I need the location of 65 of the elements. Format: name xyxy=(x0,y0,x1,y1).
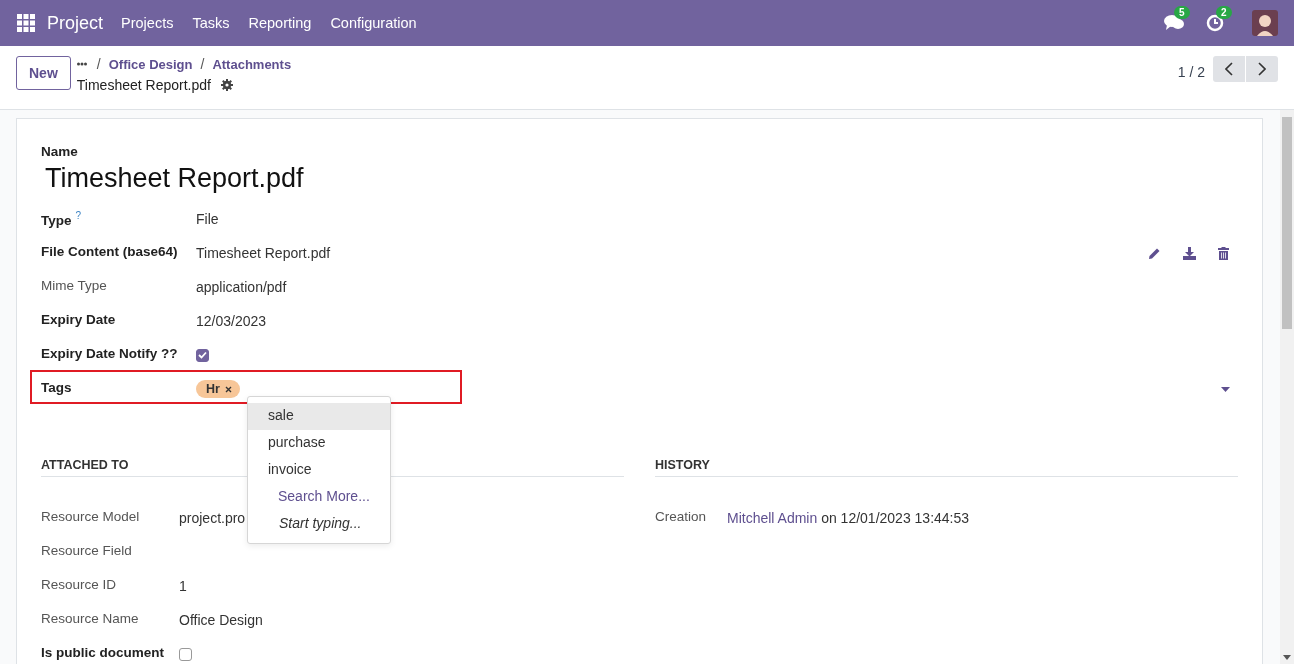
field-label-text: Creation xyxy=(655,509,707,524)
avatar-icon[interactable] xyxy=(1252,10,1278,36)
field-value: 1 xyxy=(179,578,187,594)
previous-button[interactable] xyxy=(1213,56,1245,82)
pager-value: 1 / 2 xyxy=(1177,64,1205,80)
scrollbar-thumb[interactable] xyxy=(1282,117,1292,329)
download-icon[interactable] xyxy=(1183,246,1196,260)
scroll-down-arrow-icon[interactable] xyxy=(1283,655,1291,660)
field-label-text: Type xyxy=(41,212,72,228)
field-value: 12/03/2023 xyxy=(196,313,267,329)
field-label-text: Expiry Date Notify ?? xyxy=(41,346,178,361)
field-label-text: Resource Field xyxy=(41,543,132,558)
tag-label: Hr xyxy=(206,382,220,396)
chevron-right-icon[interactable] xyxy=(1258,62,1266,76)
menu-item[interactable]: Configuration xyxy=(330,15,417,31)
record-name: Timesheet Report.pdf xyxy=(45,163,305,194)
dropdown-option[interactable]: sale xyxy=(248,403,390,430)
close-icon[interactable] xyxy=(224,385,232,393)
trash-icon[interactable] xyxy=(1218,246,1229,260)
pencil-icon[interactable] xyxy=(1148,246,1161,260)
section-title: HISTORY xyxy=(655,458,1238,477)
file-name: Timesheet Report.pdf xyxy=(196,245,331,261)
apps-menu-icon[interactable] xyxy=(17,14,35,32)
menu-item[interactable]: Reporting xyxy=(248,15,312,31)
field-label-text: Is public document xyxy=(41,645,164,660)
creation-info: Mitchell Admin on 12/01/2023 13:44:53 xyxy=(727,510,970,526)
menu-item[interactable]: Projects xyxy=(121,15,174,31)
breadcrumb-link[interactable]: Office Design xyxy=(108,56,193,72)
record-title: Timesheet Report.pdf xyxy=(76,77,211,93)
message-count-badge: 5 xyxy=(1174,6,1190,19)
field-label-text: Resource Model xyxy=(41,509,140,524)
breadcrumb-separator: / xyxy=(96,56,101,72)
field-label-text: Expiry Date xyxy=(41,312,116,327)
user-link[interactable]: Mitchell Admin xyxy=(727,510,818,526)
tag-chip[interactable]: Hr xyxy=(196,380,240,398)
field-label-text: Resource ID xyxy=(41,577,117,592)
breadcrumb-link[interactable]: Attachments xyxy=(212,56,292,72)
search-more-link[interactable]: Search More... xyxy=(248,484,390,511)
caret-icon[interactable] xyxy=(1221,386,1230,392)
next-button[interactable] xyxy=(1246,56,1278,82)
field-value: project.pro xyxy=(179,510,246,526)
app-name[interactable]: Project xyxy=(47,12,104,34)
field-label: Name xyxy=(41,144,79,159)
checkbox[interactable] xyxy=(179,647,192,661)
field-label-text: Mime Type xyxy=(41,278,107,293)
scrollbar[interactable] xyxy=(1280,110,1294,664)
ellipsis-icon[interactable] xyxy=(76,62,87,66)
new-button[interactable]: New xyxy=(16,56,71,90)
activity-count-badge: 2 xyxy=(1216,6,1232,19)
help-tooltip-mark[interactable]: ? xyxy=(75,210,82,221)
field-label-text: Resource Name xyxy=(41,611,139,626)
dropdown-option[interactable]: invoice xyxy=(248,457,390,484)
chevron-left-icon[interactable] xyxy=(1225,62,1233,76)
field-label-text: Tags xyxy=(41,380,72,395)
chat-icon[interactable] xyxy=(1164,14,1184,32)
clock-icon[interactable] xyxy=(1206,14,1224,32)
menu-item[interactable]: Tasks xyxy=(192,15,230,31)
dropdown-option[interactable]: purchase xyxy=(248,430,390,457)
field-value: File xyxy=(196,211,219,227)
dropdown-hint: Start typing... xyxy=(278,514,363,533)
field-label-text: File Content (base64) xyxy=(41,244,178,259)
field-value: application/pdf xyxy=(196,279,287,295)
breadcrumb-separator: / xyxy=(200,56,205,72)
field-value: Office Design xyxy=(179,612,263,628)
settings-icon[interactable] xyxy=(220,79,233,91)
